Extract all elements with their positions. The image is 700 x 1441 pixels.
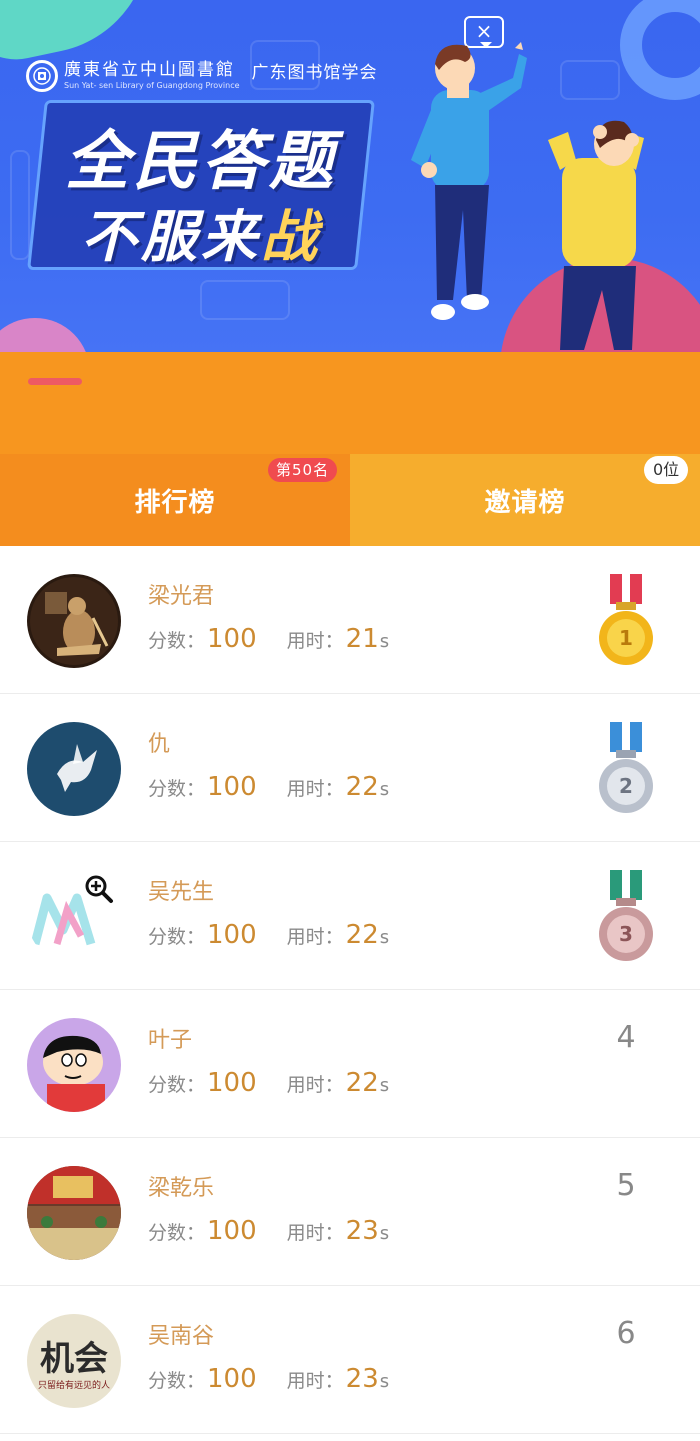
ranking-row[interactable]: 梁乾乐 分数： 100 用时： 23 s 5 <box>0 1138 700 1286</box>
time-value: 22 <box>345 1068 379 1098</box>
tab-ranking[interactable]: 排行榜 第50名 <box>0 454 350 560</box>
logo-english: Sun Yat- sen Library of Guangdong Provin… <box>64 81 240 90</box>
bg-decoration <box>200 280 290 320</box>
zoom-in-icon[interactable] <box>84 874 114 904</box>
time-unit: s <box>379 1223 390 1244</box>
player-name: 吴南谷 <box>148 1324 215 1349</box>
medal-rank-text: 2 <box>619 774 633 798</box>
avatar[interactable]: 机会 只留给有远见的人 <box>27 1314 121 1408</box>
ranking-row[interactable]: 梁光君 分数： 100 用时： 21 s 1 <box>0 546 700 694</box>
avatar[interactable] <box>27 1166 121 1260</box>
logo-chinese: 廣東省立中山圖書館 <box>64 60 235 80</box>
avatar[interactable] <box>27 574 121 668</box>
library-emblem-icon <box>26 60 58 92</box>
pink-decoration <box>0 318 90 352</box>
avatar-small-text: 只留给有远见的人 <box>38 1379 110 1391</box>
time-label: 用时： <box>286 778 344 800</box>
ranking-row[interactable]: 仇 分数： 100 用时： 22 s 2 <box>0 694 700 842</box>
time-unit: s <box>379 1371 390 1392</box>
title-line-2-prefix: 不服来 <box>81 205 261 270</box>
player-name: 吴先生 <box>148 880 215 905</box>
gold-medal-icon: 1 <box>599 574 653 665</box>
time-label: 用时： <box>286 1074 344 1096</box>
score-label: 分数： <box>148 926 206 948</box>
medal-rank-text: 1 <box>619 626 633 650</box>
ring-decoration <box>620 0 700 100</box>
score-label: 分数： <box>148 1222 206 1244</box>
ranking-row[interactable]: 机会 只留给有远见的人 吴南谷 分数： 100 用时： 23 s 6 <box>0 1286 700 1434</box>
score-label: 分数： <box>148 1370 206 1392</box>
score-value: 100 <box>207 1364 257 1394</box>
logo-text: 廣東省立中山圖書館 Sun Yat- sen Library of Guangd… <box>64 60 240 92</box>
title-line-2: 不服来战 <box>36 192 366 273</box>
time-value: 23 <box>345 1364 379 1394</box>
time-value: 23 <box>345 1216 379 1246</box>
title-line-2-highlight: 战 <box>261 205 321 270</box>
tab-ranking-label: 排行榜 <box>134 487 216 518</box>
time-value: 22 <box>345 920 379 950</box>
player-stats: 分数： 100 用时： 23 s <box>148 1364 389 1394</box>
hero-banner: 廣東省立中山圖書館 Sun Yat- sen Library of Guangd… <box>0 0 700 352</box>
player-name: 仇 <box>148 732 171 757</box>
silver-medal-icon: 2 <box>599 722 653 813</box>
player-stats: 分数： 100 用时： 23 s <box>148 1216 389 1246</box>
player-name: 梁光君 <box>148 584 215 609</box>
medal-rank-text: 3 <box>619 922 633 946</box>
time-value: 21 <box>345 624 379 654</box>
frustrated-man-illustration <box>548 120 644 350</box>
score-label: 分数： <box>148 1074 206 1096</box>
player-name: 叶子 <box>148 1028 193 1053</box>
time-unit: s <box>379 927 390 948</box>
tab-invites-label: 邀请榜 <box>484 487 566 518</box>
avatar[interactable] <box>27 722 121 816</box>
score-value: 100 <box>207 772 257 802</box>
avatar-big-text: 机会 <box>40 1339 108 1379</box>
player-stats: 分数： 100 用时： 22 s <box>148 1068 389 1098</box>
bronze-medal-icon: 3 <box>599 870 653 961</box>
player-stats: 分数： 100 用时： 22 s <box>148 920 389 950</box>
header-strip <box>0 352 700 454</box>
time-label: 用时： <box>286 1370 344 1392</box>
time-unit: s <box>379 779 390 800</box>
score-value: 100 <box>207 1216 257 1246</box>
banner-title: 全民答题 不服来战 <box>27 100 375 273</box>
time-label: 用时： <box>286 1222 344 1244</box>
title-line-1: 全民答题 <box>65 125 337 199</box>
library-logo: 廣東省立中山圖書館 Sun Yat- sen Library of Guangd… <box>26 56 378 96</box>
avatar[interactable] <box>27 1018 121 1112</box>
ranking-list: 梁光君 分数： 100 用时： 21 s 1 仇 分数： 100 用时： 22 … <box>0 546 700 1434</box>
rank-number: 6 <box>616 1316 636 1351</box>
time-unit: s <box>379 1075 390 1096</box>
my-rank-badge: 第50名 <box>268 458 338 482</box>
time-value: 22 <box>345 772 379 802</box>
time-label: 用时： <box>286 926 344 948</box>
bg-decoration <box>560 60 620 100</box>
invite-count-badge: 0位 <box>644 456 689 484</box>
rank-number: 5 <box>616 1168 636 1203</box>
score-label: 分数： <box>148 778 206 800</box>
score-value: 100 <box>207 624 257 654</box>
progress-indicator <box>28 378 82 385</box>
score-label: 分数： <box>148 630 206 652</box>
rank-number: 4 <box>616 1020 636 1055</box>
ranking-row[interactable]: 吴先生 分数： 100 用时： 22 s 3 <box>0 842 700 990</box>
player-stats: 分数： 100 用时： 21 s <box>148 624 389 654</box>
time-unit: s <box>379 631 390 652</box>
score-value: 100 <box>207 1068 257 1098</box>
association-name: 广东图书馆学会 <box>251 62 378 83</box>
player-name: 梁乾乐 <box>148 1176 215 1201</box>
ranking-row[interactable]: 叶子 分数： 100 用时： 22 s 4 <box>0 990 700 1138</box>
pointing-man-illustration <box>411 42 527 320</box>
time-label: 用时： <box>286 630 344 652</box>
score-value: 100 <box>207 920 257 950</box>
tab-bar: 排行榜 第50名 邀请榜 0位 <box>0 454 700 560</box>
bg-decoration <box>10 150 30 260</box>
player-stats: 分数： 100 用时： 22 s <box>148 772 389 802</box>
